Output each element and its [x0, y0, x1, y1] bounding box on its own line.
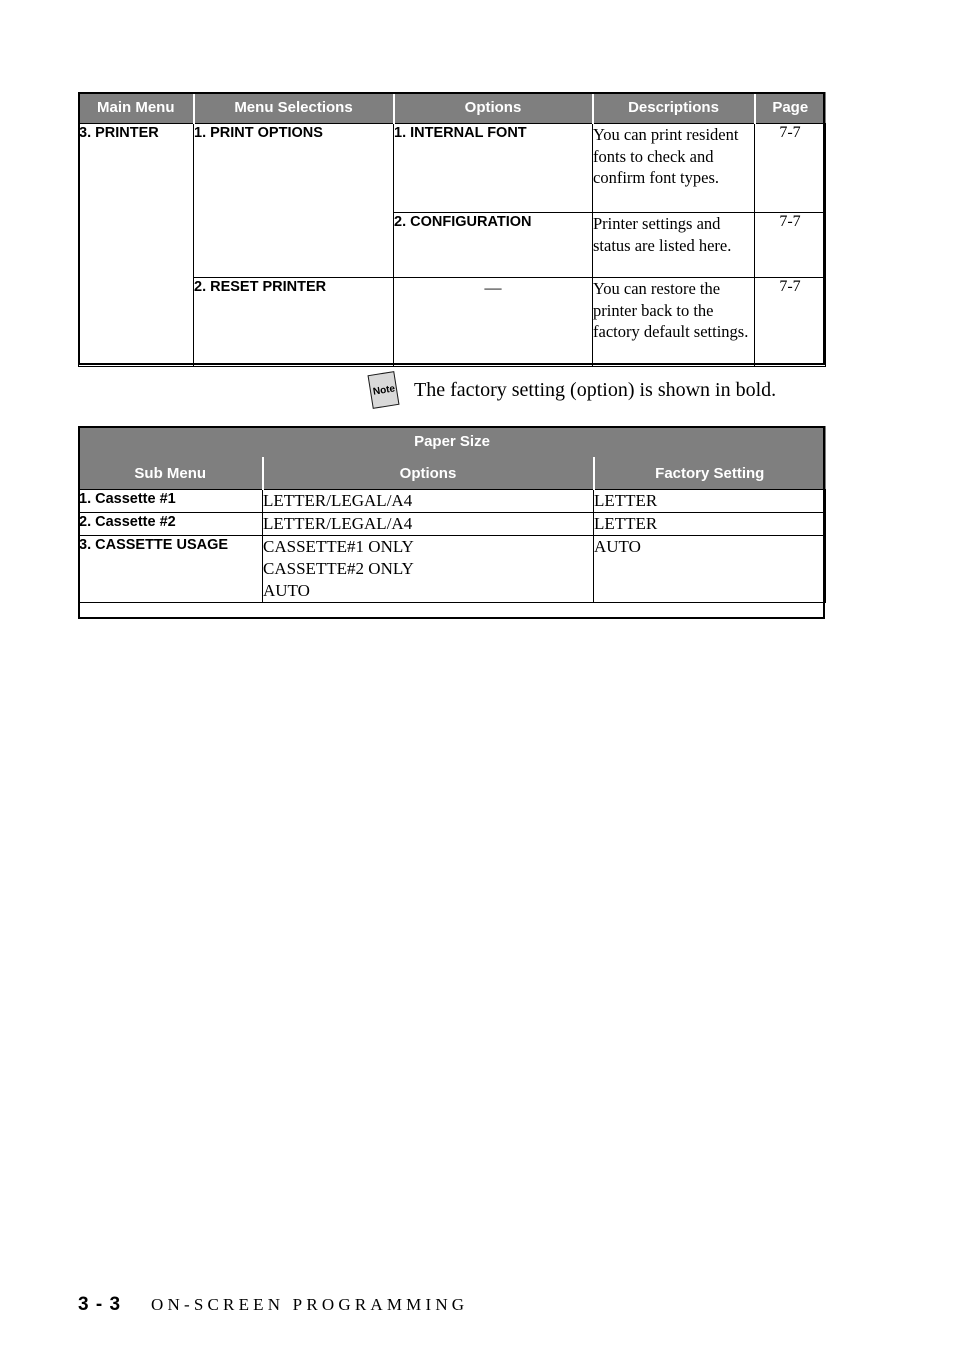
note-icon: Note: [367, 370, 400, 410]
table-row: 1. Cassette #1 LETTER/LEGAL/A4 LETTER: [78, 489, 826, 513]
note-icon-label: Note: [372, 382, 396, 398]
footer-chapter-title: ON-SCREEN PROGRAMMING: [151, 1295, 469, 1314]
cell-sub-menu-cassette-1: 1. Cassette #1: [78, 489, 263, 513]
cell-menu-selection-reset-printer: 2. RESET PRINTER: [193, 277, 394, 367]
table-row: 3. CASSETTE USAGE CASSETTE#1 ONLY CASSET…: [78, 535, 826, 603]
paper-size-table-body: 1. Cassette #1 LETTER/LEGAL/A4 LETTER 2.…: [78, 489, 826, 603]
menu-table-body: 3. PRINTER 1. PRINT OPTIONS 1. INTERNAL …: [78, 123, 826, 367]
menu-table: Main Menu Menu Selections Options Descri…: [78, 92, 826, 367]
cell-factory-setting-cassette-1: LETTER: [593, 489, 826, 513]
column-header-paper-options: Options: [261, 457, 594, 490]
cell-factory-setting-cassette-2: LETTER: [593, 512, 826, 536]
cell-option-reset-printer: —: [393, 277, 593, 367]
paper-size-title-row: Paper Size: [78, 426, 826, 458]
cell-options-cassette-usage: CASSETTE#1 ONLY CASSETTE#2 ONLY AUTO: [262, 535, 594, 603]
cell-menu-selection-print-options: 1. PRINT OPTIONS: [193, 123, 394, 278]
paper-size-table: Paper Size Sub Menu Options Factory Sett…: [78, 426, 826, 603]
cell-page-internal-font: 7-7: [754, 123, 826, 213]
cell-page-reset-printer: 7-7: [754, 277, 826, 367]
column-header-factory-setting: Factory Setting: [592, 457, 826, 490]
column-header-menu-selections: Menu Selections: [192, 92, 394, 124]
cell-option-internal-font: 1. INTERNAL FONT: [393, 123, 593, 213]
paper-size-table-header: Paper Size Sub Menu Options Factory Sett…: [78, 426, 826, 490]
cell-sub-menu-cassette-2: 2. Cassette #2: [78, 512, 263, 536]
table-row: 3. PRINTER 1. PRINT OPTIONS 1. INTERNAL …: [78, 123, 826, 367]
column-header-options: Options: [392, 92, 593, 124]
note-callout: Note The factory setting (option) is sho…: [367, 370, 777, 410]
cell-sub-menu-cassette-usage: 3. CASSETTE USAGE: [78, 535, 263, 603]
cell-option-configuration: 2. CONFIGURATION: [393, 212, 593, 278]
cell-options-cassette-2: LETTER/LEGAL/A4: [262, 512, 594, 536]
cell-description-reset-printer: You can restore the printer back to the …: [592, 277, 755, 367]
cell-description-configuration: Printer settings and status are listed h…: [592, 212, 755, 278]
paper-size-header-row: Sub Menu Options Factory Setting: [78, 457, 826, 490]
cell-main-menu-printer: 3. PRINTER: [78, 123, 194, 367]
cell-options-cassette-1: LETTER/LEGAL/A4: [262, 489, 594, 513]
note-text: The factory setting (option) is shown in…: [414, 379, 777, 401]
column-header-main-menu: Main Menu: [78, 92, 194, 124]
column-header-page: Page: [753, 92, 826, 124]
page-footer: 3 - 3 ON-SCREEN PROGRAMMING: [78, 1294, 468, 1316]
cell-description-internal-font: You can print resident fonts to check an…: [592, 123, 755, 213]
column-header-sub-menu: Sub Menu: [78, 457, 263, 490]
cell-factory-setting-cassette-usage: AUTO: [593, 535, 826, 603]
paper-size-title: Paper Size: [78, 426, 826, 458]
cell-page-configuration: 7-7: [754, 212, 826, 278]
menu-table-header-row: Main Menu Menu Selections Options Descri…: [78, 92, 826, 124]
menu-table-header: Main Menu Menu Selections Options Descri…: [78, 92, 826, 124]
column-header-descriptions: Descriptions: [591, 92, 755, 124]
footer-page-number: 3 - 3: [78, 1294, 122, 1315]
table-row: 2. Cassette #2 LETTER/LEGAL/A4 LETTER: [78, 512, 826, 536]
